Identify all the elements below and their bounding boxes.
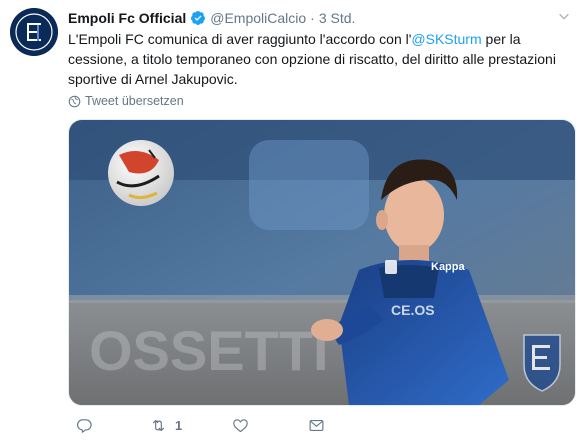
- svg-text:OSSETTI: OSSETTI: [89, 319, 329, 382]
- globe-icon: [68, 95, 81, 107]
- direct-message-button[interactable]: [308, 414, 325, 436]
- author-handle[interactable]: @EmpoliCalcio: [210, 10, 306, 26]
- shirt-brand: Kappa: [431, 261, 466, 273]
- like-icon: [233, 418, 248, 432]
- reply-button[interactable]: [76, 414, 93, 436]
- svg-text:CE.OS: CE.OS: [391, 302, 435, 318]
- tweet-text-part: L'Empoli FC comunica di aver raggiunto l…: [68, 31, 412, 47]
- tweet-text: L'Empoli FC comunica di aver raggiunto l…: [68, 29, 578, 89]
- like-button[interactable]: [232, 414, 249, 436]
- avatar[interactable]: [10, 8, 58, 56]
- translate-label: Tweet übersetzen: [85, 94, 184, 108]
- tweet-header: Empoli Fc Official @EmpoliCalcio · 3 Std…: [68, 8, 572, 28]
- tweet-photo[interactable]: OSSETTI Kappa CE.OS: [68, 119, 576, 406]
- caret-down-icon[interactable]: [556, 8, 572, 24]
- translate-tweet-link[interactable]: Tweet übersetzen: [68, 94, 184, 108]
- retweet-button[interactable]: 1: [150, 414, 182, 436]
- dm-icon: [309, 419, 324, 431]
- reply-icon: [76, 418, 92, 433]
- tweet-actions: 1: [68, 414, 574, 436]
- mention-link[interactable]: @SKSturm: [411, 31, 481, 47]
- separator: ·: [310, 10, 315, 26]
- tweet[interactable]: Empoli Fc Official @EmpoliCalcio · 3 Std…: [0, 0, 582, 443]
- ball-icon: [108, 140, 174, 206]
- empoli-crest-icon: [10, 8, 58, 56]
- verified-icon: [190, 10, 206, 26]
- author-name[interactable]: Empoli Fc Official: [68, 10, 186, 26]
- crest-icon: [523, 334, 561, 392]
- retweet-icon: [152, 419, 165, 431]
- timestamp[interactable]: 3 Std.: [319, 10, 356, 26]
- retweet-count: 1: [175, 417, 183, 433]
